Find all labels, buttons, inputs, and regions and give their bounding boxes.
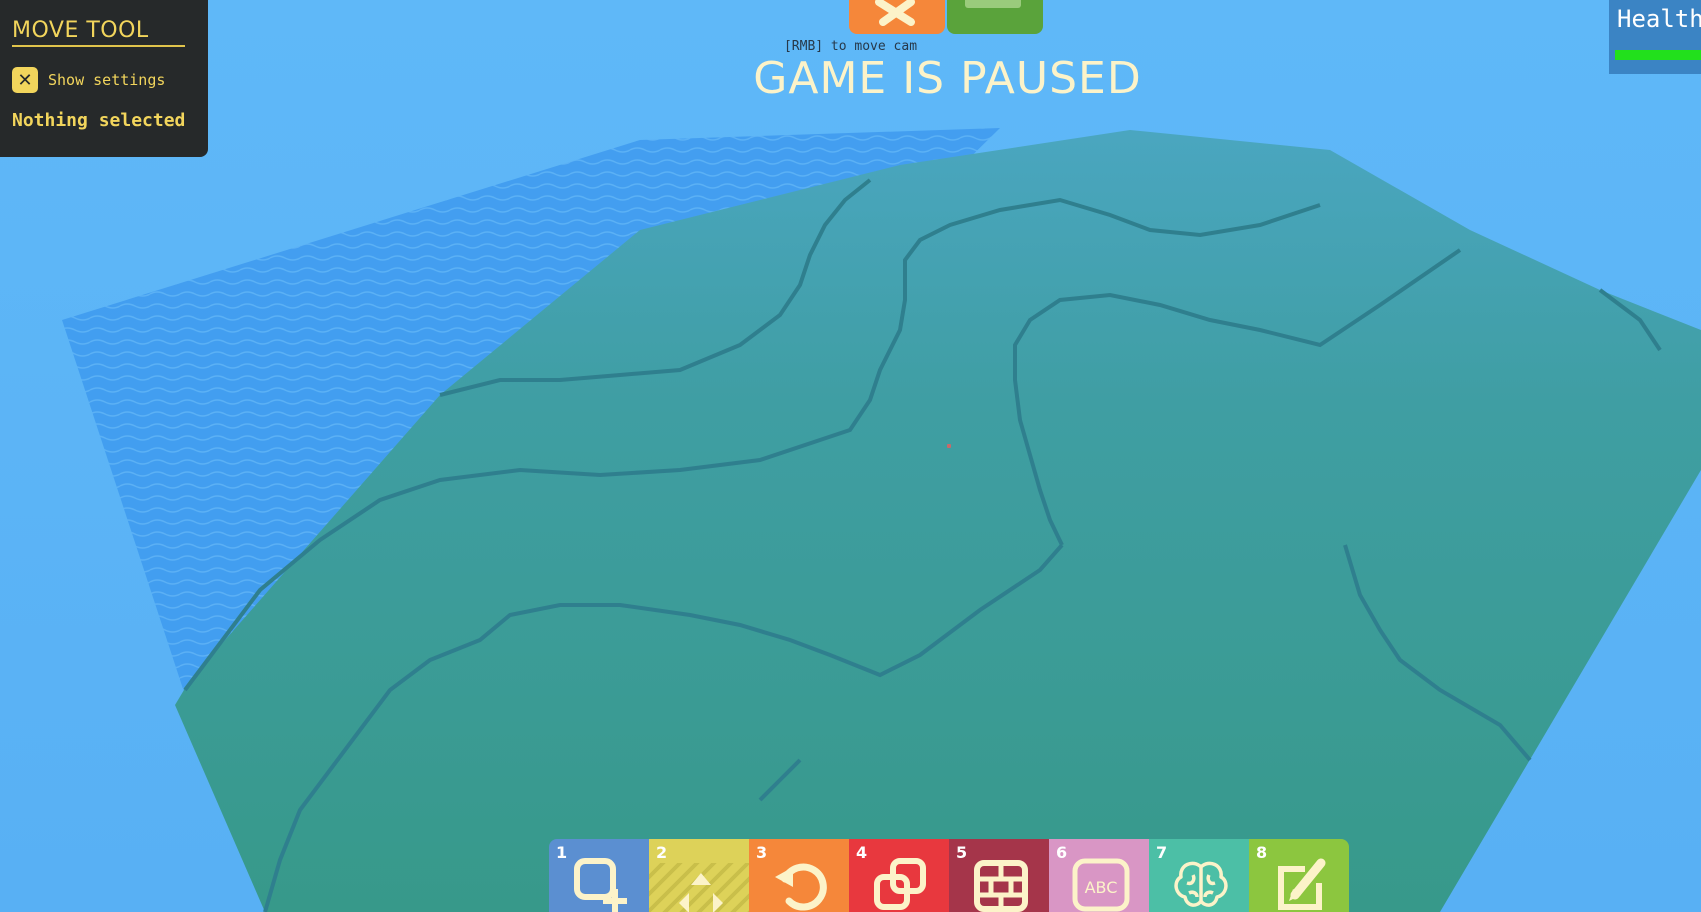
- hotbar-slot-move[interactable]: 2: [649, 839, 749, 912]
- slot-key: 7: [1156, 843, 1168, 862]
- slot-key: 3: [756, 843, 768, 862]
- mode-tabs: [849, 0, 1043, 36]
- game-world-viewport[interactable]: [0, 0, 1701, 912]
- brain-icon: [1174, 861, 1228, 907]
- crosshair: [947, 444, 951, 448]
- play-tab[interactable]: [947, 0, 1043, 34]
- hotbar-slot-rotate[interactable]: 3: [749, 839, 849, 912]
- selection-status: Nothing selected: [12, 110, 186, 131]
- svg-text:ABC: ABC: [1085, 878, 1118, 897]
- slot-key: 4: [856, 843, 868, 862]
- slot-key: 6: [1056, 843, 1068, 862]
- add-shape-icon: [574, 858, 627, 912]
- hotbar-slot-select[interactable]: 1: [549, 839, 649, 912]
- build-tab[interactable]: [849, 0, 945, 34]
- health-bar-fill: [1615, 50, 1701, 60]
- slot-key: 5: [956, 843, 968, 862]
- move-arrows-icon: [679, 873, 723, 912]
- health-panel: Health: [1609, 0, 1701, 74]
- play-icon: [965, 0, 1021, 8]
- edit-icon: [1278, 858, 1326, 910]
- brick-wall-icon: [974, 860, 1028, 912]
- slot-key: 1: [556, 843, 568, 862]
- camera-hint: [RMB] to move cam: [783, 39, 918, 54]
- text-icon: ABC: [1072, 858, 1130, 912]
- hotbar-slot-behavior[interactable]: 7: [1149, 839, 1249, 912]
- slot-key: 8: [1256, 843, 1268, 862]
- tool-hotbar: 1 2 3 4 5 6 ABC 7 8: [549, 839, 1349, 912]
- hotbar-slot-edit[interactable]: 8: [1249, 839, 1349, 912]
- health-label: Health: [1617, 5, 1701, 33]
- wrench-icon: [875, 0, 915, 26]
- duplicate-icon: [874, 858, 926, 910]
- pause-title: GAME IS PAUSED: [753, 53, 1142, 104]
- hotbar-slot-text[interactable]: 6 ABC: [1049, 839, 1149, 912]
- hotbar-slot-duplicate[interactable]: 4: [849, 839, 949, 912]
- slot-key: 2: [656, 843, 668, 862]
- rotate-icon: [775, 863, 827, 911]
- health-bar: [1615, 50, 1701, 60]
- hotbar-slot-material[interactable]: 5: [949, 839, 1049, 912]
